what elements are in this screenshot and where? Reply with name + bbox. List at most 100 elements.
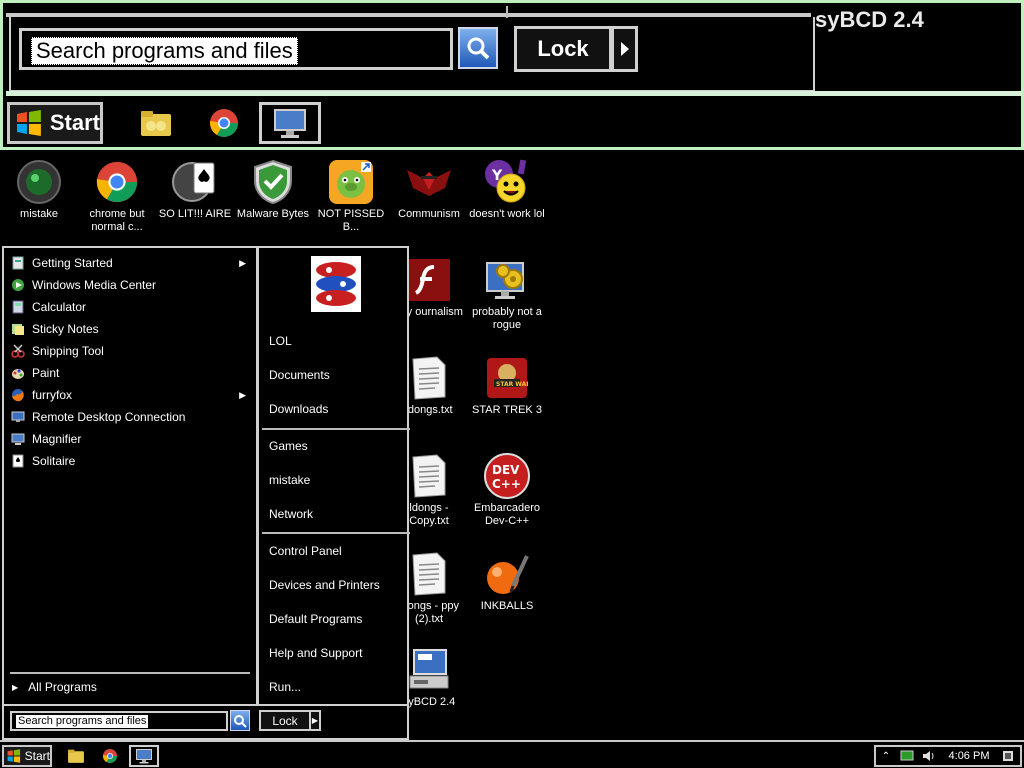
lock-button[interactable]: Lock: [259, 710, 311, 731]
magnified-lock-arrow-icon[interactable]: [612, 26, 638, 72]
magnified-search-text: Search programs and files: [31, 37, 298, 65]
svg-text:DEV: DEV: [492, 463, 520, 477]
gear-monitor-icon: [486, 262, 524, 299]
text-file-icon: [412, 454, 446, 498]
text-file-icon: [412, 552, 446, 596]
paint-icon: [10, 365, 26, 381]
magnified-taskbar-border: [6, 91, 1022, 96]
magnified-magnifier-icon[interactable]: [259, 102, 321, 144]
notification-icon[interactable]: [998, 750, 1018, 762]
place-lol[interactable]: LOL: [269, 334, 292, 348]
taskbar: Start ⌃ 4:06 PM: [0, 740, 1024, 768]
place-devices-printers[interactable]: Devices and Printers: [269, 578, 380, 592]
green-orb-icon: [17, 160, 61, 204]
desktop-icon-yahoo[interactable]: Y doesn't work lol: [468, 158, 546, 221]
program-windows-media-center[interactable]: Windows Media Center: [10, 275, 250, 295]
start-search-input[interactable]: Search programs and files: [10, 711, 228, 731]
magnified-chrome-icon[interactable]: [201, 102, 247, 144]
taskbar-explorer-icon[interactable]: [62, 745, 90, 767]
magnified-search-icon[interactable]: [458, 27, 498, 69]
dev-cpp-icon: DEVC++: [484, 453, 530, 499]
program-paint[interactable]: Paint: [10, 363, 250, 383]
desktop-icon-malwarebytes[interactable]: Malware Bytes: [234, 158, 312, 221]
program-sticky-notes[interactable]: Sticky Notes: [10, 319, 250, 339]
yahoo-icon: Y: [485, 159, 527, 203]
chrome-icon: [96, 161, 138, 203]
submenu-arrow-icon: ▶: [239, 257, 246, 268]
firefox-icon: [10, 387, 26, 403]
action-center-icon[interactable]: [896, 750, 918, 762]
text-file-icon: [412, 356, 446, 400]
flash-icon: [408, 259, 450, 301]
magnified-lock-button[interactable]: Lock: [514, 26, 612, 72]
place-downloads[interactable]: Downloads: [269, 402, 328, 416]
start-menu-places: LOL Documents Downloads Games mistake Ne…: [259, 248, 410, 704]
getting-started-icon: [10, 255, 26, 271]
search-icon[interactable]: [230, 710, 250, 731]
program-solitaire[interactable]: Solitaire: [10, 451, 250, 471]
magnifier-view: syBCD 2.4 Search programs and files Lock…: [0, 0, 1024, 150]
red-emblem-icon: [407, 170, 451, 196]
remote-desktop-icon: [10, 409, 26, 425]
media-center-icon: [10, 277, 26, 293]
all-programs-arrow-icon: ▶: [12, 682, 19, 692]
windows-logo-icon: [7, 749, 21, 763]
program-calculator[interactable]: Calculator: [10, 297, 250, 317]
sticky-notes-icon: [10, 321, 26, 337]
magnified-start-button[interactable]: Start: [7, 102, 103, 144]
show-hidden-icons-icon[interactable]: ⌃: [876, 751, 896, 762]
places-divider-1: [262, 428, 410, 430]
desktop-icon-mistake[interactable]: mistake: [0, 158, 78, 221]
place-network[interactable]: Network: [269, 507, 313, 521]
start-label: Start: [24, 749, 50, 763]
desktop-icon-inkballs[interactable]: INKBALLS: [468, 550, 546, 613]
start-menu-programs: Getting Started ▶ Windows Media Center C…: [4, 248, 256, 704]
place-games[interactable]: Games: [269, 439, 308, 453]
place-help-support[interactable]: Help and Support: [269, 646, 362, 660]
all-programs-divider: [10, 672, 250, 674]
program-snipping-tool[interactable]: Snipping Tool: [10, 341, 250, 361]
svg-text:STAR WARS: STAR WARS: [496, 381, 528, 388]
clock[interactable]: 4:06 PM: [940, 750, 998, 762]
place-control-panel[interactable]: Control Panel: [269, 544, 342, 558]
taskbar-magnifier-icon[interactable]: [129, 745, 159, 767]
all-programs-button[interactable]: ▶ All Programs: [12, 680, 97, 694]
submenu-arrow-icon: ▶: [239, 389, 246, 400]
desktop-icon-rogue[interactable]: probably not a rogue: [468, 256, 546, 332]
start-search-placeholder: Search programs and files: [16, 715, 149, 728]
magnifier-icon: [10, 431, 26, 447]
solitaire-icon: [172, 162, 215, 202]
easybcd-icon: [409, 649, 449, 689]
place-documents[interactable]: Documents: [269, 368, 330, 382]
windows-logo-icon: [16, 110, 41, 136]
magnified-search-box[interactable]: Search programs and files: [19, 28, 453, 70]
program-remote-desktop[interactable]: Remote Desktop Connection: [10, 407, 250, 427]
magnified-icon-label: syBCD 2.4: [815, 7, 924, 32]
desktop-icon-star-trek[interactable]: STAR WARS STAR TREK 3: [468, 354, 546, 417]
place-run[interactable]: Run...: [269, 680, 301, 694]
start-menu: Getting Started ▶ Windows Media Center C…: [2, 246, 410, 740]
desktop-icon-communism[interactable]: Communism: [390, 158, 468, 221]
system-tray: ⌃ 4:06 PM: [874, 745, 1022, 767]
place-default-programs[interactable]: Default Programs: [269, 612, 362, 626]
volume-icon[interactable]: [918, 750, 940, 762]
place-mistake[interactable]: mistake: [269, 473, 310, 487]
scissors-icon: [10, 343, 26, 359]
program-furryfox[interactable]: furryfox ▶: [10, 385, 250, 405]
desktop-icon-solitaire[interactable]: SO LIT!!! AIRE: [156, 158, 234, 221]
program-magnifier[interactable]: Magnifier: [10, 429, 250, 449]
taskbar-chrome-icon[interactable]: [96, 745, 124, 767]
start-menu-bottom-divider: [4, 704, 407, 706]
lock-options-arrow-icon[interactable]: ▶: [309, 710, 321, 731]
user-picture[interactable]: [311, 256, 361, 312]
calculator-icon: [10, 299, 26, 315]
program-getting-started[interactable]: Getting Started ▶: [10, 253, 250, 273]
svg-text:C++: C++: [492, 477, 521, 491]
desktop-icon-chrome[interactable]: chrome but normal c...: [78, 158, 156, 234]
desktop-icon-bad-piggies[interactable]: NOT PISSED B...: [312, 158, 390, 234]
magnified-explorer-icon[interactable]: [133, 102, 179, 144]
green-pig-icon: [329, 160, 373, 204]
inkball-icon: [487, 555, 529, 594]
desktop-icon-dev-cpp[interactable]: DEV C++ Embarcadero Dev-C++: [468, 452, 546, 528]
start-button[interactable]: Start: [2, 745, 52, 767]
